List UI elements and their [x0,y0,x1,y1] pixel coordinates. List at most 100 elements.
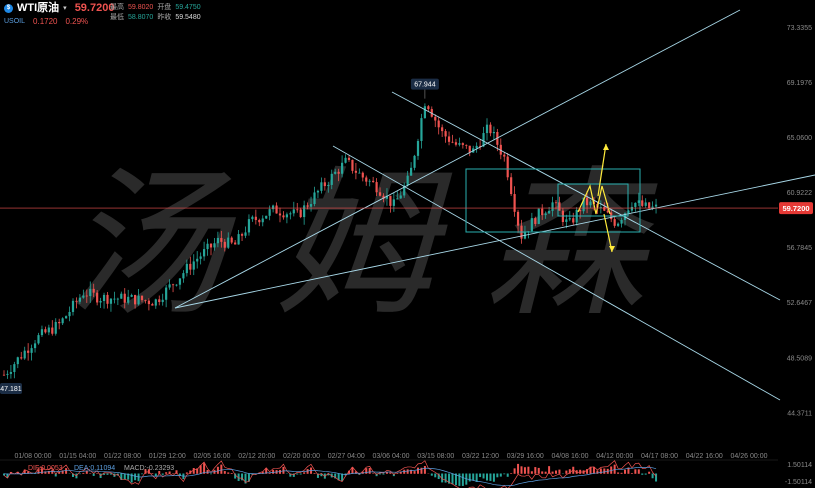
candle-body [158,299,161,303]
candle-body [378,192,382,196]
ohlc-stats: 最高 59.8020 开盘 59.4750 最低 58.8070 昨收 59.5… [110,3,201,23]
macd-histogram-bar [599,468,602,474]
candle-body [16,357,19,365]
time-tick-label: 02/05 16:00 [194,453,231,460]
candle-body [296,209,299,211]
candle-body [368,180,371,182]
macd-histogram-bar [513,468,516,474]
price-change: 0.1720 [33,17,58,26]
macd-histogram-bar [423,465,426,474]
macd-histogram-bar [499,473,502,477]
macd-histogram-bar [161,473,164,475]
time-tick-label: 04/22 16:00 [686,453,723,460]
candle-body [13,364,16,373]
macd-histogram-bar [192,467,195,474]
candle-body [234,242,237,245]
macd-histogram-bar [634,469,637,474]
candle-body [617,223,620,226]
macd-histogram-bar [489,473,492,481]
symbol-name[interactable]: WTI原油 [17,3,59,14]
macd-histogram-bar [141,473,143,475]
candle-body [513,194,516,212]
low-value: 58.8070 [128,14,154,21]
candle-body [354,170,357,173]
macd-histogram-bar [555,470,557,474]
candle-body [89,288,92,297]
candle-body [441,127,444,132]
candle-body [251,216,254,220]
macd-histogram-bar [520,466,523,474]
candle-body [209,243,213,248]
candle-body [413,155,416,168]
candle-body [285,214,288,218]
candle-body [116,298,119,300]
macd-histogram-bar [565,470,568,474]
candle-body [447,136,451,142]
candle-body [23,350,26,359]
candle-body [554,202,558,204]
candle-body [65,316,68,319]
macd-histogram-bar [430,473,433,476]
candle-body [599,207,602,208]
candle-body [503,154,506,157]
candle-body [648,202,651,209]
last-price: 59.7200 [74,2,115,14]
candle-body [392,199,395,206]
low-label: 最低 [110,14,124,21]
candle-body [192,261,195,270]
candle-body [320,182,323,191]
high-value: 59.8020 [128,4,154,11]
macd-histogram-bar [210,473,212,475]
macd-histogram-bar [592,467,595,474]
candle-body [351,159,354,171]
time-tick-label: 03/06 04:00 [373,453,410,460]
macd-histogram-bar [651,473,654,479]
macd-histogram-bar [523,467,526,474]
candle-body [178,278,182,285]
candle-body [654,204,658,207]
candle-body [20,357,23,359]
time-tick-label: 01/15 04:00 [59,453,96,460]
candle-body [506,156,509,178]
price-tick-label: 65.0600 [787,135,812,142]
macd-histogram-bar [503,473,506,475]
candle-body [237,234,240,245]
candle-body [120,293,123,299]
macd-histogram-bar [620,472,623,474]
candle-body [372,180,375,183]
candle-body [58,321,61,324]
time-tick-label: 02/20 00:00 [283,453,320,460]
candle-body [282,215,285,218]
macd-axis-label: 1.50114 [787,462,812,469]
candle-body [78,297,81,302]
candle-body [492,132,495,134]
price-tick-label: 60.9222 [787,190,812,197]
candle-body [244,232,247,236]
candle-body [358,172,361,174]
time-tick-label: 04/26 00:00 [731,453,768,460]
candle-body [309,204,313,207]
candle-body [134,294,137,305]
candle-body [572,218,575,223]
macd-axis-label: -1.50114 [785,479,812,486]
chart-canvas[interactable]: 汤姆森 73.335569.197665.060060.922256.78455… [0,0,815,488]
candle-body [144,300,147,301]
macd-legend-entry: MACD:-0.23293 [124,465,174,472]
candle-body [451,141,454,143]
chevron-down-icon[interactable]: ▾ [63,3,67,14]
candle-body [268,209,271,216]
macd-histogram-bar [65,468,68,474]
macd-histogram-bar [434,473,437,478]
candle-body [278,213,282,216]
candle-body [465,144,468,146]
macd-histogram-bar [123,473,126,480]
macd-histogram-bar [185,472,188,474]
candle-body [265,215,268,219]
macd-histogram-bar [227,472,230,474]
candle-body [375,182,378,193]
candle-body [33,343,37,349]
macd-histogram-bar [379,473,382,475]
macd-histogram-bar [517,463,520,474]
candle-body [327,184,330,187]
macd-histogram-bar [482,473,485,479]
